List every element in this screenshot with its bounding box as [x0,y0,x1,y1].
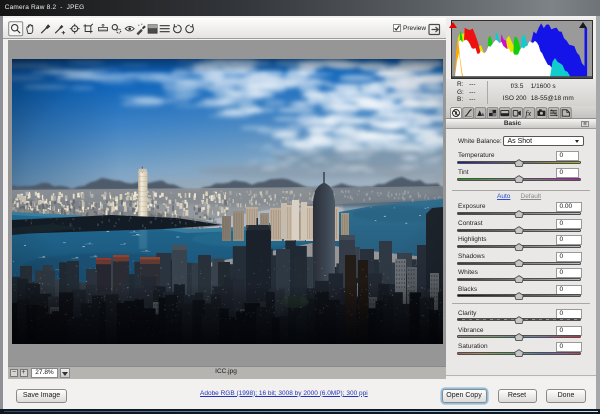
svg-text:fx: fx [525,109,531,118]
